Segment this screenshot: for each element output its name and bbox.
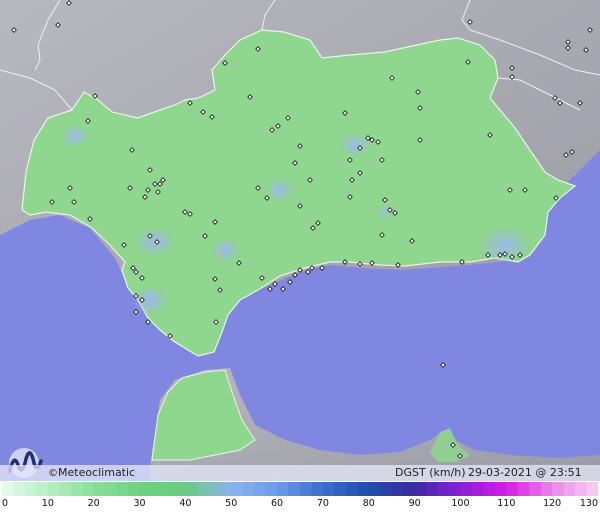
scale-swatch: [151, 482, 164, 496]
scale-swatch: [517, 482, 530, 496]
info-bar: ©Meteoclimatic DGST (km/h) 29-03-2021 @ …: [0, 465, 600, 492]
scale-swatch: [494, 482, 507, 496]
scale-swatch: [471, 482, 484, 496]
scale-tick-label: 50: [225, 498, 238, 509]
scale-tick-label: 10: [41, 498, 54, 509]
scale-swatch: [540, 482, 553, 496]
scale-swatch: [380, 482, 393, 496]
scale-tick-label: 100: [451, 498, 470, 509]
scale-tick-label: 130: [579, 498, 598, 509]
scale-swatch: [449, 482, 462, 496]
scale-swatch: [196, 482, 209, 496]
scale-swatch: [277, 482, 290, 496]
scale-swatch: [82, 482, 95, 496]
scale-swatch: [391, 482, 404, 496]
scale-swatch: [24, 482, 37, 496]
scale-swatch: [345, 482, 358, 496]
scale-tick-label: 60: [271, 498, 284, 509]
scale-swatch: [173, 482, 186, 496]
scale-swatch: [2, 482, 15, 496]
scale-swatch: [403, 482, 416, 496]
scale-swatch: [575, 482, 588, 496]
scale-swatch: [231, 482, 244, 496]
scale-swatch: [128, 482, 141, 496]
scale-tick-label: 80: [362, 498, 375, 509]
scale-swatch: [414, 482, 427, 496]
scale-tick-label: 120: [543, 498, 562, 509]
scale-swatch: [13, 482, 26, 496]
scale-swatch: [47, 482, 60, 496]
scale-swatch: [586, 482, 598, 496]
scale-swatch: [288, 482, 301, 496]
scale-swatch: [483, 482, 496, 496]
scale-swatch: [116, 482, 129, 496]
scale-tick-label: 40: [179, 498, 192, 509]
scale-swatch: [254, 482, 267, 496]
scale-tick-label: 70: [316, 498, 329, 509]
scale-swatch: [311, 482, 324, 496]
scale-swatch: [506, 482, 519, 496]
scale-swatch: [300, 482, 313, 496]
scale-swatch: [59, 482, 72, 496]
scale-swatch: [36, 482, 49, 496]
variable-label: DGST (km/h): [395, 466, 466, 479]
scale-swatch: [185, 482, 198, 496]
color-scale-bar: [2, 482, 598, 496]
scale-ticks: 0 10 20 30 40 50 60 70 80 90 100 110 120 130: [0, 497, 600, 517]
scale-swatch: [552, 482, 565, 496]
scale-swatch: [105, 482, 118, 496]
weather-map[interactable]: ©Meteoclimatic DGST (km/h) 29-03-2021 @ …: [0, 0, 600, 517]
scale-swatch: [460, 482, 473, 496]
scale-swatch: [368, 482, 381, 496]
scale-swatch: [563, 482, 576, 496]
scale-swatch: [334, 482, 347, 496]
scale-swatch: [322, 482, 335, 496]
scale-swatch: [357, 482, 370, 496]
scale-swatch: [70, 482, 83, 496]
scale-tick-label: 30: [133, 498, 146, 509]
scale-swatch: [139, 482, 152, 496]
scale-tick-label: 90: [408, 498, 421, 509]
scale-swatch: [242, 482, 255, 496]
map-canvas: [0, 0, 600, 517]
scale-swatch: [162, 482, 175, 496]
scale-swatch: [426, 482, 439, 496]
scale-tick-label: 110: [497, 498, 516, 509]
scale-swatch: [265, 482, 278, 496]
scale-swatch: [208, 482, 221, 496]
scale-tick-label: 20: [87, 498, 100, 509]
scale-swatch: [219, 482, 232, 496]
scale-tick-label: 0: [2, 498, 9, 509]
scale-swatch: [93, 482, 106, 496]
scale-swatch: [437, 482, 450, 496]
scale-swatch: [529, 482, 542, 496]
brand-label: ©Meteoclimatic: [48, 466, 136, 479]
color-scale: 0 10 20 30 40 50 60 70 80 90 100 110 120 130: [0, 481, 600, 517]
